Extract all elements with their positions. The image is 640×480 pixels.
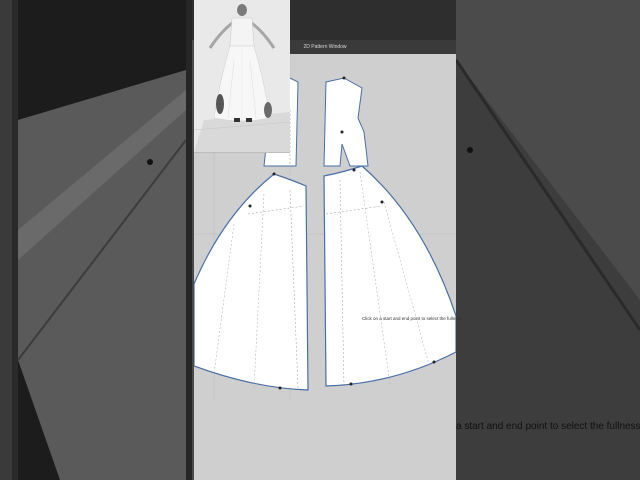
avatar-head [237,4,247,16]
zoomed-status-hint: a start and end point to select the full… [456,421,640,432]
right-blurred-panel: a start and end point to select the full… [456,0,640,480]
avatar-left-foot [234,118,240,122]
pattern-point[interactable] [342,76,346,80]
bodice-front-right-piece[interactable] [323,77,369,167]
avatar-render [194,4,290,152]
pattern-point[interactable] [352,168,356,172]
skirt-right-piece[interactable] [323,165,456,387]
left-blurred-point [147,159,153,165]
pattern-point[interactable] [340,130,344,134]
avatar-right-foot [246,118,252,122]
status-hint: Click on a start and end point to select… [362,316,463,321]
pattern-point[interactable] [248,204,252,208]
pattern-point[interactable] [278,386,282,390]
left-blurred-pattern [17,70,186,480]
pattern-point[interactable] [349,382,353,386]
skirt-shadow-right [264,102,272,118]
skirt-shadow-left [216,94,224,114]
pattern-point[interactable] [380,200,384,204]
right-blurred-point [467,147,473,153]
avatar-3d-viewport[interactable] [194,0,290,153]
pattern-point[interactable] [272,172,276,176]
pattern-point[interactable] [432,360,436,364]
right-blurred-pattern [456,0,640,480]
left-blurred-panel [0,0,186,480]
avatar-bodice [229,17,255,47]
